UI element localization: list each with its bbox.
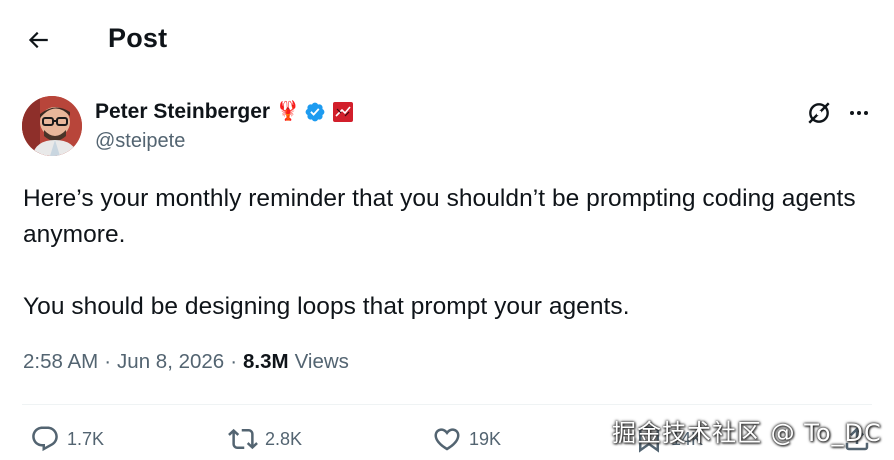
- more-horizontal-icon: [850, 111, 868, 115]
- heart-icon: [434, 428, 460, 451]
- reply-count: 1.7K: [67, 428, 105, 449]
- tweet-time[interactable]: 2:58 AM: [23, 350, 98, 374]
- top-bar: Post: [0, 0, 894, 80]
- name-row: Peter Steinberger 🦞: [95, 98, 355, 126]
- tweet-date[interactable]: Jun 8, 2026: [117, 350, 224, 374]
- reply-button[interactable]: 1.7K: [30, 421, 104, 457]
- author-handle[interactable]: @steipete: [95, 130, 185, 153]
- avatar-photo: [22, 96, 82, 156]
- page-title: Post: [108, 23, 168, 53]
- views-count[interactable]: 8.3M: [243, 350, 289, 374]
- avatar[interactable]: [22, 96, 82, 156]
- repost-button[interactable]: 2.8K: [228, 421, 302, 457]
- more-options-button[interactable]: [842, 96, 876, 130]
- repost-icon: [228, 428, 258, 450]
- tweet-meta: 2:58 AM · Jun 8, 2026 · 8.3M Views: [23, 350, 349, 374]
- verified-badge-icon[interactable]: [303, 100, 327, 124]
- display-name[interactable]: Peter Steinberger: [95, 100, 270, 124]
- grok-icon: [808, 102, 830, 124]
- meta-separator: ·: [104, 350, 112, 373]
- arrow-left-icon: [28, 31, 48, 49]
- meta-separator: ·: [230, 350, 238, 373]
- like-count: 19K: [469, 428, 502, 449]
- divider: [22, 404, 872, 405]
- reply-icon: [32, 426, 58, 452]
- watermark: 掘金技术社区 @ To_DC: [612, 419, 882, 447]
- affiliation-badge-icon[interactable]: [331, 100, 355, 124]
- views-label: Views: [294, 350, 349, 373]
- tweet-text: Here’s your monthly reminder that you sh…: [23, 181, 873, 325]
- grok-button[interactable]: [802, 96, 836, 130]
- author-row: Peter Steinberger 🦞 @steipete: [22, 96, 872, 158]
- tweet-paragraph: Here’s your monthly reminder that you sh…: [23, 185, 856, 248]
- lobster-icon: 🦞: [276, 101, 300, 122]
- back-button[interactable]: [18, 22, 58, 58]
- like-button[interactable]: 19K: [432, 421, 501, 457]
- tweet-paragraph: You should be designing loops that promp…: [23, 293, 630, 320]
- repost-count: 2.8K: [265, 428, 303, 449]
